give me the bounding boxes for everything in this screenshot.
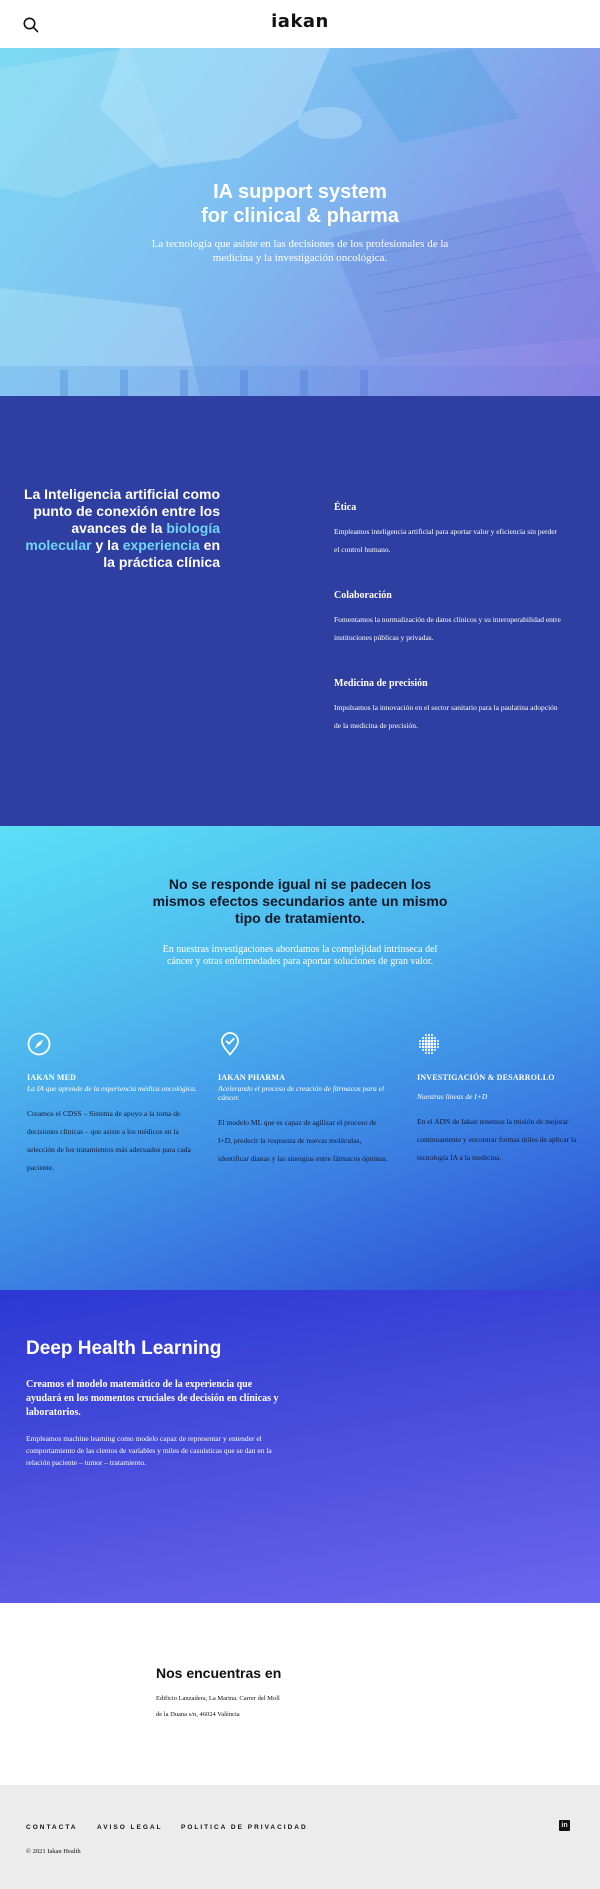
footer-link-aviso-legal[interactable]: AVISO LEGAL bbox=[97, 1824, 163, 1831]
location-check-icon bbox=[221, 1032, 239, 1056]
headline-text-2: y la bbox=[91, 537, 123, 553]
column-tagline: La IA que aprende de la experiencia médi… bbox=[27, 1084, 197, 1093]
research-subtitle: En nuestras investigaciones abordamos la… bbox=[162, 944, 438, 967]
headline-highlight-experience: experiencia bbox=[122, 537, 200, 553]
compass-icon bbox=[27, 1032, 51, 1056]
footer-link-privacidad[interactable]: POLITICA DE PRIVACIDAD bbox=[181, 1824, 308, 1831]
value-text: Impulsamos la innovación en el sector sa… bbox=[334, 703, 558, 730]
dots-sphere-icon bbox=[419, 1034, 439, 1054]
column-tagline: Nuestras líneas de I+D bbox=[417, 1092, 488, 1101]
research-title: No se responde igual ni se padecen los m… bbox=[152, 876, 448, 926]
column-text: Creamos el CDSS – Sistema de apoyo a la … bbox=[27, 1109, 191, 1172]
value-item-ethics: Ética Empleamos inteligencia artificial … bbox=[334, 502, 564, 559]
value-title: Colaboración bbox=[334, 590, 392, 601]
values-headline: La Inteligencia artificial como punto de… bbox=[20, 486, 220, 571]
linkedin-icon[interactable]: in bbox=[559, 1820, 570, 1831]
site-logo[interactable]: iakan bbox=[0, 11, 600, 32]
copyright-text: © 2021 Iakan Health bbox=[26, 1848, 81, 1855]
column-tagline: Acelerando el proceso de creación de fár… bbox=[218, 1084, 385, 1102]
research-column-pharma: IAKAN PHARMA Acelerando el proceso de cr… bbox=[218, 1032, 388, 1168]
column-text: En el ADN de Iakan tenemos la misión de … bbox=[417, 1117, 577, 1162]
deep-health-learning-section: Deep Health Learning Creamos el modelo m… bbox=[0, 1290, 600, 1603]
footer-link-contacta[interactable]: CONTACTA bbox=[26, 1824, 78, 1831]
research-section: No se responde igual ni se padecen los m… bbox=[0, 826, 600, 1290]
hero-title-line-2: for clinical & pharma bbox=[201, 205, 399, 227]
hero-title-line-1: IA support system bbox=[213, 181, 387, 203]
research-column-med: IAKAN MED La IA que aprende de la experi… bbox=[27, 1032, 197, 1177]
value-item-collaboration: Colaboración Fomentamos la normalización… bbox=[334, 590, 564, 647]
value-text: Empleamos inteligencia artificial para a… bbox=[334, 527, 558, 554]
dhl-subtitle: Creamos el modelo matemático de la exper… bbox=[26, 1379, 279, 1418]
hero-section: IA support system for clinical & pharma … bbox=[0, 48, 600, 396]
value-text: Fomentamos la normalización de datos clí… bbox=[334, 615, 561, 642]
dhl-text: Empleamos machine learning como modelo c… bbox=[26, 1434, 272, 1467]
address-line-2: de la Duana s/n, 46024 València bbox=[156, 1711, 240, 1718]
column-title: IAKAN MED bbox=[27, 1073, 77, 1082]
value-title: Ética bbox=[334, 502, 357, 513]
column-text: El modelo ML que es capaz de agilizar el… bbox=[218, 1118, 388, 1163]
location-title: Nos encuentras en bbox=[156, 1665, 282, 1681]
column-title: INVESTIGACIÓN & DESARROLLO bbox=[417, 1073, 555, 1082]
site-footer: CONTACTA AVISO LEGAL POLITICA DE PRIVACI… bbox=[0, 1785, 600, 1889]
dhl-title: Deep Health Learning bbox=[26, 1338, 222, 1359]
value-title: Medicina de precisión bbox=[334, 678, 428, 689]
values-section: La Inteligencia artificial como punto de… bbox=[0, 396, 600, 826]
hero-subtitle: La tecnología que asiste en las decision… bbox=[151, 238, 449, 264]
address-line-1: Edificio Lanzadera, La Marina. Carrer de… bbox=[156, 1695, 280, 1702]
column-title: IAKAN PHARMA bbox=[218, 1073, 286, 1082]
value-item-precision-medicine: Medicina de precisión Impulsamos la inno… bbox=[334, 678, 564, 735]
research-column-rd: INVESTIGACIÓN & DESARROLLO Nuestras líne… bbox=[417, 1032, 587, 1167]
hero-title: IA support system for clinical & pharma bbox=[0, 180, 600, 228]
location-section: Nos encuentras en Edificio Lanzadera, La… bbox=[0, 1603, 600, 1785]
site-header: iakan bbox=[0, 0, 600, 48]
